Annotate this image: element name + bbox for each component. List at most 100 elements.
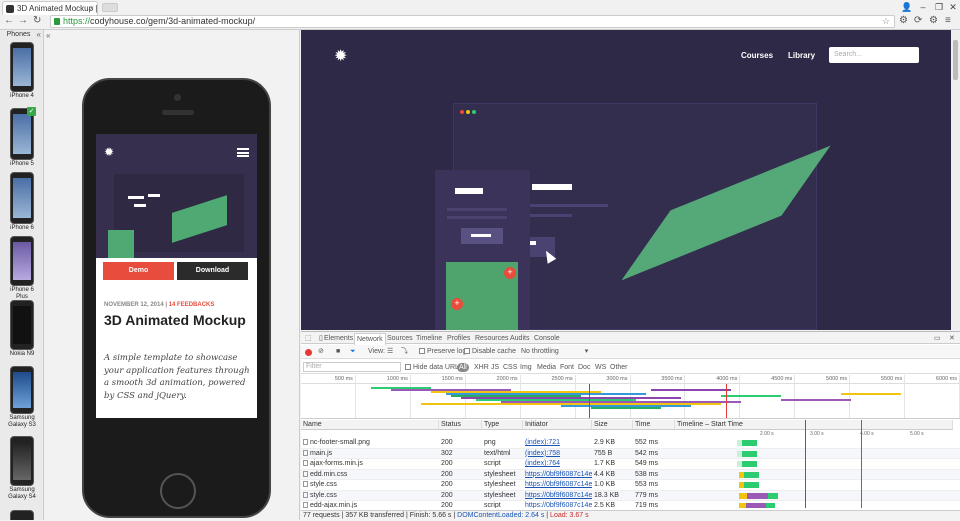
network-overview[interactable]: 500 ms 1000 ms 1500 ms 2000 ms 2500 ms 3000 m… xyxy=(301,375,960,419)
record-icon[interactable] xyxy=(305,349,312,356)
plus-circle-icon[interactable]: + xyxy=(504,267,516,279)
filter-type-js[interactable]: JS xyxy=(491,363,499,372)
tab-sources[interactable]: Sources xyxy=(387,333,413,344)
menu-icon[interactable]: ≡ xyxy=(945,15,951,26)
request-initiator[interactable]: (index):721 xyxy=(523,438,592,448)
device-iphone-6-plus[interactable]: iPhone 6 Plus xyxy=(9,236,35,301)
post-description: A simple template to showcase your appli… xyxy=(104,353,250,401)
device-samsung-galaxy-s4[interactable]: Samsung Galaxy S4 xyxy=(8,436,36,501)
device-label: Nokia N9 xyxy=(9,351,35,357)
site-search-input[interactable]: Search... xyxy=(829,47,919,63)
waterfall-bar xyxy=(741,450,757,457)
tab-profiles[interactable]: Profiles xyxy=(447,333,470,344)
device-more[interactable] xyxy=(9,510,35,520)
nav-courses[interactable]: Courses xyxy=(741,51,773,60)
column-header[interactable]: Size xyxy=(592,420,633,430)
extension-sync-icon[interactable]: ⟳ xyxy=(914,15,922,26)
column-header[interactable]: Status xyxy=(439,420,482,430)
overview-request-bar xyxy=(781,399,851,401)
browser-tab[interactable]: 3D Animated Mockup | Co × xyxy=(2,1,98,15)
maximize-icon[interactable]: ❐ xyxy=(932,2,946,13)
request-initiator[interactable]: https://0bf9f6087c14ed... xyxy=(523,480,592,490)
tab-resources[interactable]: Resources xyxy=(475,333,508,344)
filter-type-img[interactable]: Img xyxy=(520,363,532,372)
forward-icon[interactable]: → xyxy=(18,15,28,26)
filter-type-css[interactable]: CSS xyxy=(503,363,517,372)
selected-check-icon: ✓ xyxy=(27,107,36,116)
column-header[interactable]: Name xyxy=(301,420,439,430)
back-icon[interactable]: ← xyxy=(4,15,14,26)
filter-icon[interactable]: ⏷ xyxy=(350,347,356,357)
clear-icon[interactable]: ⊘ xyxy=(318,347,324,357)
minimize-icon[interactable]: – xyxy=(916,2,930,12)
tab-timeline[interactable]: Timeline xyxy=(416,333,442,344)
device-iphone-6[interactable]: iPhone 6 xyxy=(9,172,35,232)
plus-circle-icon[interactable]: + xyxy=(451,298,463,310)
dock-icon[interactable]: ▭ xyxy=(934,333,941,344)
tab-elements[interactable]: Elements xyxy=(324,333,353,344)
request-initiator[interactable]: https://0bf9f6087c14ed... xyxy=(523,470,592,480)
filter-type-font[interactable]: Font xyxy=(560,363,574,372)
filter-type-media[interactable]: Media xyxy=(537,363,556,372)
extension-gear-icon[interactable]: ⚙ xyxy=(899,15,908,26)
request-initiator[interactable]: (index):764 xyxy=(523,459,592,469)
tab-title: 3D Animated Mockup | Co xyxy=(17,4,98,13)
device-mode-icon[interactable]: ▯ xyxy=(319,333,323,344)
disable-cache-checkbox[interactable]: Disable cache xyxy=(464,347,516,357)
network-toolbar: ⊘ ■ ⏷ View: ☰ ⤵ Preserve log Disable cac… xyxy=(301,345,960,359)
tab-audits[interactable]: Audits xyxy=(510,333,529,344)
device-iphone-5[interactable]: ✓ iPhone 5 xyxy=(9,107,36,168)
collapse-panel-icon[interactable]: « xyxy=(37,30,41,39)
device-label: iPhone 6 xyxy=(10,225,34,231)
home-button[interactable] xyxy=(160,473,196,509)
device-nokia-n9[interactable]: Nokia N9 xyxy=(9,300,35,358)
tab-network[interactable]: Network xyxy=(354,333,386,345)
feedbacks-link[interactable]: 14 FEEDBACKS xyxy=(169,302,215,308)
filter-input[interactable]: Filter xyxy=(303,362,401,372)
overview-icon[interactable]: ⤵ xyxy=(401,347,408,357)
close-devtools-icon[interactable]: ✕ xyxy=(949,333,955,344)
filter-type-xhr[interactable]: XHR xyxy=(474,363,489,372)
site-scrollbar[interactable] xyxy=(951,30,960,330)
request-status: 200 xyxy=(441,460,453,467)
column-header[interactable]: Initiator xyxy=(523,420,592,430)
request-initiator[interactable]: https://0bf9f6087c14ed... xyxy=(523,501,592,508)
filter-type-other[interactable]: Other xyxy=(610,363,628,372)
device-samsung-galaxy-s3[interactable]: Samsung Galaxy S3 xyxy=(8,366,36,429)
filter-type-all[interactable]: All xyxy=(457,363,469,372)
column-header[interactable]: Type xyxy=(482,420,523,430)
waterfall-bar xyxy=(766,503,776,508)
capture-screenshots-icon[interactable]: ■ xyxy=(336,347,340,357)
filter-type-ws[interactable]: WS xyxy=(595,363,606,372)
close-tab-icon[interactable]: × xyxy=(89,2,94,15)
nav-library[interactable]: Library xyxy=(788,51,815,60)
profile-icon[interactable]: 👤 xyxy=(900,2,914,13)
column-header[interactable]: Timeline – Start Time xyxy=(675,420,953,430)
request-initiator[interactable]: https://0bf9f6087c14ed... xyxy=(523,491,592,501)
window-close-icon[interactable]: ✕ xyxy=(946,2,960,13)
collapse-stage-icon[interactable]: « xyxy=(46,31,50,40)
device-iphone-4[interactable]: iPhone 4 xyxy=(9,42,35,100)
column-header[interactable]: Time xyxy=(633,420,675,430)
logo-icon[interactable]: ✹ xyxy=(104,146,116,158)
address-bar[interactable]: https://codyhouse.co/gem/3d-animated-moc… xyxy=(50,15,895,28)
tab-console[interactable]: Console xyxy=(534,333,560,344)
large-rows-icon[interactable]: ☰ xyxy=(387,347,393,357)
bookmark-star-icon[interactable]: ☆ xyxy=(882,16,890,27)
download-button[interactable]: Download xyxy=(177,262,248,280)
inspect-icon[interactable]: ⬚ xyxy=(305,333,312,344)
hide-data-urls-checkbox[interactable]: Hide data URLs xyxy=(405,363,462,372)
preserve-log-checkbox[interactable]: Preserve log xyxy=(419,347,466,357)
filter-type-doc[interactable]: Doc xyxy=(578,363,590,372)
new-tab-button[interactable] xyxy=(102,3,118,12)
waterfall-bar xyxy=(744,471,760,478)
reload-icon[interactable]: ↻ xyxy=(33,15,41,26)
demo-button[interactable]: Demo xyxy=(103,262,174,280)
extension-settings-icon[interactable]: ⚙ xyxy=(929,15,938,26)
site-logo-icon[interactable]: ✹ xyxy=(334,46,347,66)
hamburger-menu-icon[interactable] xyxy=(237,148,249,157)
devtools-panel: ⬚ ▯ Elements Network Sources Timeline Pr… xyxy=(301,331,960,521)
request-initiator[interactable]: (index):758 xyxy=(523,449,592,459)
throttling-select[interactable]: No throttling ▾ xyxy=(521,347,588,357)
device-label: iPhone 6 Plus xyxy=(10,287,34,300)
